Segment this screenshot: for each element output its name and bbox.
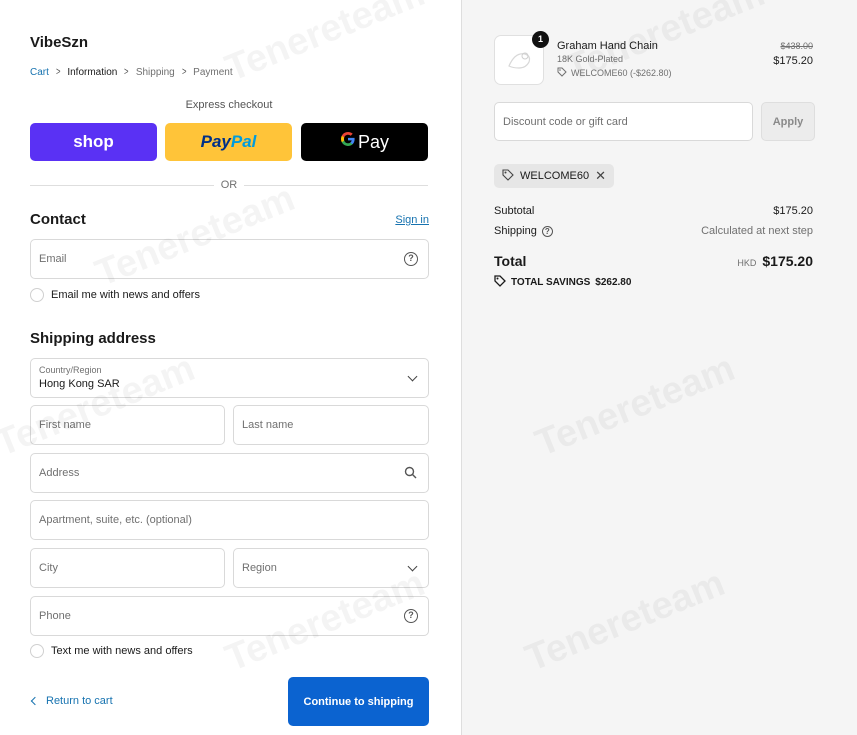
last-name-placeholder: Last name — [242, 419, 294, 431]
email-placeholder: Email — [39, 253, 67, 265]
breadcrumb-information: Information — [67, 66, 118, 78]
subtotal-label-text: Subtotal — [494, 205, 535, 217]
paypal-button[interactable]: Pay Pal — [165, 123, 292, 161]
contact-heading: Contact — [30, 211, 86, 228]
shipping-address-heading: Shipping address — [30, 330, 156, 347]
product-variant: 18K Gold-Plated — [557, 54, 624, 64]
paypal-logo-part1: Pay — [200, 132, 231, 151]
breadcrumb: Cart > Information > Shipping > Payment — [30, 66, 233, 78]
apply-button[interactable]: Apply — [761, 102, 815, 141]
tag-icon — [502, 168, 514, 184]
help-icon[interactable]: ? — [404, 609, 418, 623]
total-savings: TOTAL SAVINGS $262.80 — [494, 275, 631, 290]
product-discount: WELCOME60 (-$262.80) — [557, 67, 672, 79]
email-optin-label: Email me with news and offers — [51, 289, 200, 301]
total-savings-value: $262.80 — [595, 277, 632, 288]
continue-to-shipping-button[interactable]: Continue to shipping — [288, 677, 429, 726]
total-amount: $175.20 — [762, 253, 813, 269]
breadcrumb-payment: Payment — [193, 66, 233, 78]
chevron-right-icon: > — [124, 66, 129, 78]
chevron-down-icon — [407, 561, 418, 572]
chevron-right-icon: > — [181, 66, 187, 78]
google-pay-text: Pay — [357, 131, 390, 152]
currency-code: HKD — [737, 258, 757, 268]
city-placeholder: City — [39, 562, 58, 574]
product-discount-text: WELCOME60 (-$262.80) — [571, 68, 672, 78]
total-value: HKD $175.20 — [737, 253, 813, 269]
original-price: $438.00 — [780, 41, 813, 51]
first-name-placeholder: First name — [39, 419, 91, 431]
chevron-down-icon — [407, 371, 418, 382]
remove-discount-icon[interactable]: ✕ — [595, 168, 606, 184]
google-pay-button[interactable]: Pay — [301, 123, 428, 161]
search-icon — [404, 466, 418, 480]
country-value: Hong Kong SAR — [39, 378, 120, 390]
phone-placeholder: Phone — [39, 610, 71, 622]
tag-icon — [557, 67, 567, 79]
subtotal-value: $175.20 — [773, 205, 813, 217]
sign-in-link[interactable]: Sign in — [395, 214, 429, 226]
sms-optin-checkbox[interactable] — [30, 644, 44, 658]
address-placeholder: Address — [39, 467, 80, 479]
first-name-field[interactable]: First name — [30, 405, 225, 445]
breadcrumb-cart[interactable]: Cart — [30, 67, 49, 78]
product-name: Graham Hand Chain — [557, 40, 658, 52]
paypal-logo-part2: Pal — [230, 132, 257, 151]
email-field[interactable]: Email ? — [30, 239, 429, 279]
shop-pay-button[interactable]: shop — [30, 123, 157, 161]
help-icon[interactable]: ? — [404, 252, 418, 266]
help-icon[interactable]: ? — [541, 225, 553, 237]
sms-optin-label: Text me with news and offers — [51, 645, 193, 657]
shipping-value: Calculated at next step — [701, 225, 813, 237]
checkout-form-panel: VibeSzn Cart > Information > Shipping > … — [0, 0, 461, 735]
tag-icon — [494, 275, 506, 290]
return-to-cart-link[interactable]: Return to cart — [30, 695, 113, 707]
total-savings-label: TOTAL SAVINGS — [511, 277, 591, 288]
express-checkout-label: Express checkout — [185, 99, 273, 111]
discount-code-input[interactable]: Discount code or gift card — [494, 102, 753, 141]
country-label: Country/Region — [39, 365, 102, 375]
shipping-label: Shipping ? — [494, 225, 553, 237]
chevron-left-icon — [30, 696, 40, 706]
applied-discount-code: WELCOME60 — [520, 170, 590, 182]
region-placeholder: Region — [242, 562, 277, 574]
store-name[interactable]: VibeSzn — [30, 34, 88, 51]
applied-discount-chip: WELCOME60 ✕ — [494, 164, 614, 188]
breadcrumb-shipping: Shipping — [135, 66, 175, 78]
google-g-icon — [340, 131, 356, 153]
quantity-badge: 1 — [532, 31, 549, 48]
return-to-cart-label: Return to cart — [46, 695, 113, 707]
city-field[interactable]: City — [30, 548, 225, 588]
discounted-price: $175.20 — [773, 55, 813, 67]
shop-pay-logo: shop — [73, 132, 114, 151]
apartment-placeholder: Apartment, suite, etc. (optional) — [39, 514, 192, 526]
email-optin-checkbox[interactable] — [30, 288, 44, 302]
shipping-label-text: Shipping — [494, 225, 537, 237]
apartment-field[interactable]: Apartment, suite, etc. (optional) — [30, 500, 429, 540]
country-select[interactable]: Country/Region Hong Kong SAR — [30, 358, 429, 398]
last-name-field[interactable]: Last name — [233, 405, 429, 445]
region-select[interactable]: Region — [233, 548, 429, 588]
address-field[interactable]: Address — [30, 453, 429, 493]
chevron-right-icon: > — [55, 66, 61, 78]
phone-field[interactable]: Phone ? — [30, 596, 429, 636]
total-label: Total — [494, 253, 527, 269]
subtotal-label: Subtotal — [494, 205, 534, 217]
or-divider-label: OR — [214, 179, 244, 191]
discount-code-placeholder: Discount code or gift card — [503, 116, 628, 128]
